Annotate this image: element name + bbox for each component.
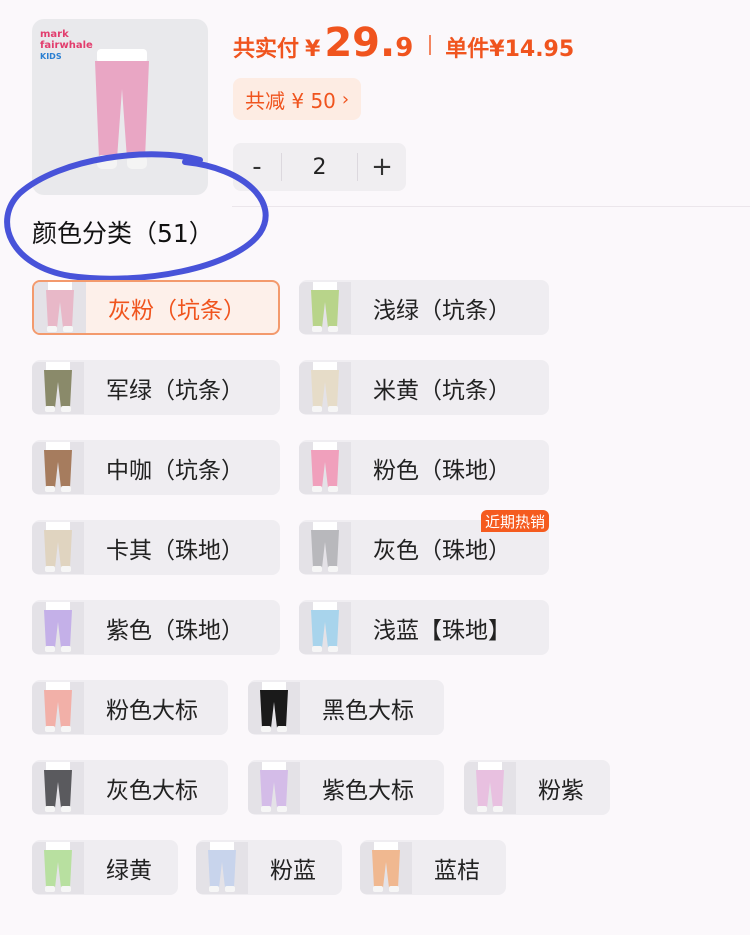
color-option-label: 绿黄: [106, 857, 152, 884]
color-option[interactable]: 黑色大标: [248, 680, 444, 735]
color-option[interactable]: 浅蓝【珠地】: [299, 600, 549, 655]
color-thumbnail: [299, 441, 351, 494]
color-option-label: 紫色大标: [322, 777, 414, 804]
color-option-label: 米黄（坑条）: [373, 377, 511, 404]
color-option-label: 灰粉（坑条）: [108, 297, 246, 324]
color-option[interactable]: 卡其（珠地）: [32, 520, 280, 575]
color-option-label: 浅蓝【珠地】: [373, 617, 511, 644]
color-option-label: 灰色大标: [106, 777, 198, 804]
color-thumbnail: [248, 681, 300, 734]
unit-price: 单件¥14.95: [445, 37, 575, 62]
color-option-label: 卡其（珠地）: [106, 537, 244, 564]
color-thumbnail: [32, 441, 84, 494]
price-separator: [429, 35, 432, 55]
color-option-label: 军绿（坑条）: [106, 377, 244, 404]
price-row: 共实付 ¥ 29. 9 单件¥14.95: [233, 20, 574, 70]
chevron-right-icon: ›: [341, 88, 350, 110]
color-thumbnail: [196, 841, 248, 894]
color-option[interactable]: 米黄（坑条）: [299, 360, 549, 415]
color-option[interactable]: 粉色大标: [32, 680, 228, 735]
color-option[interactable]: 中咖（坑条）: [32, 440, 280, 495]
total-price-integer: 29.: [324, 20, 396, 66]
color-option-label: 粉色（珠地）: [373, 457, 511, 484]
color-option[interactable]: 粉色（珠地）: [299, 440, 549, 495]
color-option[interactable]: 蓝桔: [360, 840, 506, 895]
quantity-stepper: - 2 +: [233, 143, 406, 191]
color-thumbnail: [32, 841, 84, 894]
color-option-label: 蓝桔: [434, 857, 480, 884]
total-price-decimal: 9: [395, 33, 414, 63]
decrease-button[interactable]: -: [233, 143, 281, 191]
color-thumbnail: [299, 281, 351, 334]
color-option-label: 黑色大标: [322, 697, 414, 724]
color-thumbnail: [248, 761, 300, 814]
color-option[interactable]: 粉蓝: [196, 840, 342, 895]
discount-text: 共减 ¥ 50: [245, 88, 336, 113]
brand-logo: mark fairwhale KIDS: [40, 29, 93, 61]
color-thumbnail: [32, 761, 84, 814]
color-option[interactable]: 绿黄: [32, 840, 178, 895]
color-thumbnail: [299, 521, 351, 574]
color-option[interactable]: 紫色（珠地）: [32, 600, 280, 655]
color-section-title: 颜色分类（51）: [32, 219, 214, 248]
color-option-label: 粉紫: [538, 777, 584, 804]
color-thumbnail: [299, 361, 351, 414]
color-option[interactable]: 军绿（坑条）: [32, 360, 280, 415]
quantity-value[interactable]: 2: [281, 153, 358, 181]
color-option[interactable]: 灰粉（坑条）: [32, 280, 280, 335]
color-thumbnail: [32, 361, 84, 414]
color-thumbnail: [34, 282, 86, 333]
color-option-label: 粉蓝: [270, 857, 316, 884]
color-thumbnail: [299, 601, 351, 654]
pants-illustration: [95, 49, 149, 169]
color-thumbnail: [360, 841, 412, 894]
color-thumbnail: [32, 521, 84, 574]
color-thumbnail: [464, 761, 516, 814]
color-option-label: 紫色（珠地）: [106, 617, 244, 644]
color-option[interactable]: 灰色大标: [32, 760, 228, 815]
total-label: 共实付: [233, 37, 300, 62]
color-option-label: 灰色（珠地）: [373, 537, 511, 564]
color-option[interactable]: 粉紫: [464, 760, 610, 815]
purchase-summary: mark fairwhale KIDS 共实付 ¥ 29. 9 单件¥14.95…: [0, 0, 750, 210]
color-thumbnail: [32, 601, 84, 654]
divider: [232, 206, 750, 207]
hot-sale-badge: 近期热销: [480, 510, 549, 532]
color-option[interactable]: 紫色大标: [248, 760, 444, 815]
color-option[interactable]: 浅绿（坑条）: [299, 280, 549, 335]
currency-symbol: ¥: [305, 37, 321, 62]
color-option-label: 粉色大标: [106, 697, 198, 724]
increase-button[interactable]: +: [358, 143, 406, 191]
color-thumbnail: [32, 681, 84, 734]
color-option-label: 中咖（坑条）: [106, 457, 244, 484]
color-option[interactable]: 灰色（珠地） 近期热销: [299, 510, 549, 575]
discount-chip[interactable]: 共减 ¥ 50 ›: [233, 78, 362, 120]
color-option-label: 浅绿（坑条）: [373, 297, 511, 324]
product-image[interactable]: mark fairwhale KIDS: [32, 19, 208, 195]
